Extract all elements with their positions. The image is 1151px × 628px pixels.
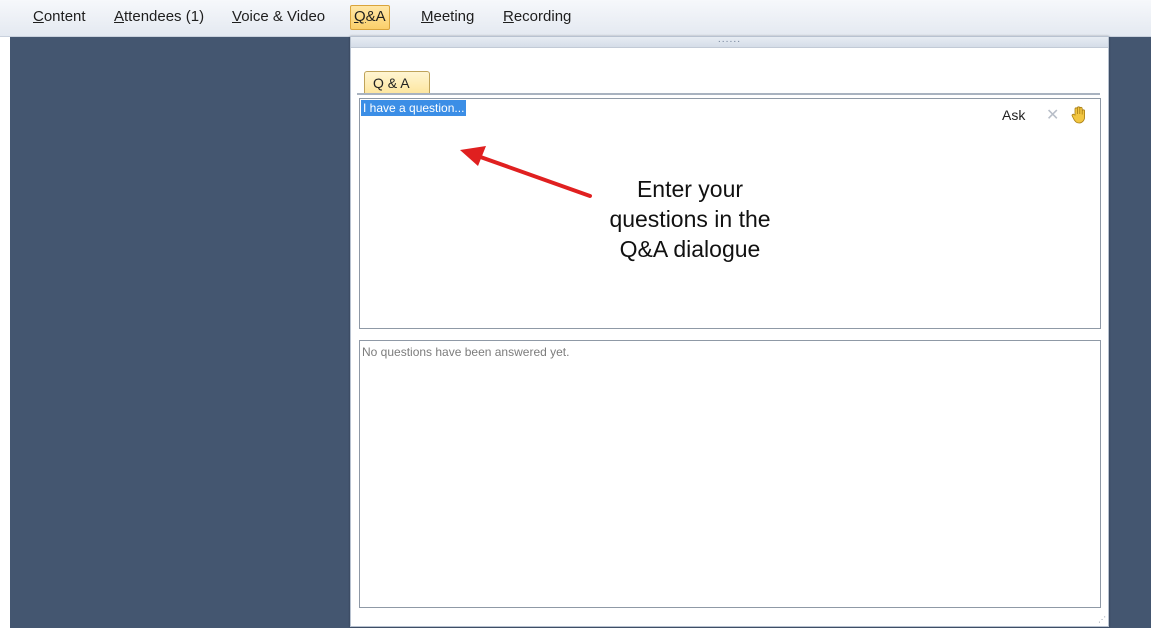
annotation-line-3: Q&A dialogue bbox=[619, 236, 761, 262]
menu-content[interactable]: Content bbox=[30, 6, 89, 28]
instruction-annotation: Enter your questions in the Q&A dialogue bbox=[540, 174, 840, 264]
panel-drag-grip[interactable]: ...... bbox=[351, 36, 1108, 48]
menu-voice-video-mnemonic: V bbox=[232, 8, 242, 25]
menu-voice-video[interactable]: Voice & Video bbox=[229, 6, 328, 28]
menu-content-mnemonic: C bbox=[33, 8, 44, 25]
menu-recording-mnemonic: R bbox=[503, 8, 514, 25]
question-input[interactable]: I have a question... bbox=[361, 100, 467, 116]
resize-grip-icon[interactable]: ⋰ bbox=[1098, 615, 1106, 624]
menu-qa-mnemonic: Q bbox=[354, 8, 366, 25]
menu-meeting-mnemonic: M bbox=[421, 8, 434, 25]
tab-underline bbox=[357, 93, 1100, 95]
ask-button[interactable]: Ask bbox=[1002, 107, 1025, 123]
raise-hand-icon[interactable] bbox=[1069, 105, 1089, 125]
tab-qa[interactable]: Q & A bbox=[364, 71, 430, 93]
menu-bar: Content Attendees (1) Voice & Video Q&A … bbox=[0, 0, 1151, 37]
empty-answers-message: No questions have been answered yet. bbox=[362, 345, 570, 359]
menu-content-label: ontent bbox=[43, 8, 86, 25]
annotation-line-2: questions in the bbox=[609, 206, 771, 232]
menu-voice-video-label: oice & Video bbox=[241, 8, 326, 25]
annotation-line-1: Enter your bbox=[636, 176, 744, 202]
close-icon[interactable]: ✕ bbox=[1046, 105, 1059, 124]
question-compose-box[interactable]: I have a question... Ask ✕ Enter your qu… bbox=[359, 98, 1101, 329]
answered-questions-list[interactable]: No questions have been answered yet. bbox=[359, 340, 1101, 608]
menu-qa-label: &A bbox=[365, 8, 386, 25]
menu-meeting[interactable]: Meeting bbox=[418, 6, 477, 28]
qa-panel: ...... Q & A I have a question... Ask ✕ … bbox=[350, 36, 1109, 627]
menu-meeting-label: eeting bbox=[433, 8, 475, 25]
menu-recording-label: ecording bbox=[513, 8, 572, 25]
menu-attendees[interactable]: Attendees (1) bbox=[111, 6, 207, 28]
menu-attendees-label: ttendees (1) bbox=[124, 8, 205, 25]
menu-recording[interactable]: Recording bbox=[500, 6, 574, 28]
menu-attendees-mnemonic: A bbox=[114, 8, 125, 25]
menu-qa[interactable]: Q&A bbox=[350, 5, 390, 30]
